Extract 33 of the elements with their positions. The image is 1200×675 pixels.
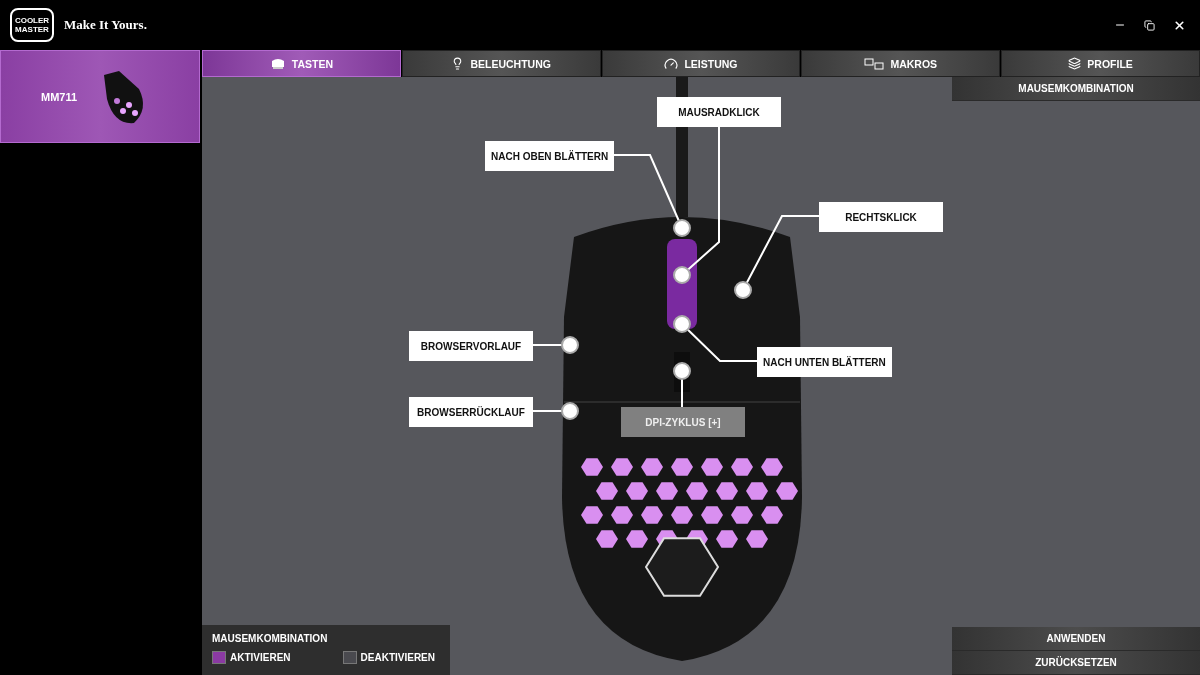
action-button[interactable]: ZURÜCKSETZEN [952,651,1200,675]
button-assignment-label[interactable]: NACH UNTEN BLÄTTERN [757,347,892,377]
device-card[interactable]: MM711 [0,50,200,143]
keys-icon [864,57,885,70]
hotspot-marker[interactable] [673,219,691,237]
hotspot-marker[interactable] [673,315,691,333]
combo-option[interactable]: DEAKTIVIEREN [342,651,435,664]
button-assignment-label[interactable]: BROWSERVORLAUF [409,331,533,361]
hotspot-marker[interactable] [734,281,752,299]
gauge-icon [664,56,679,71]
button-assignment-label[interactable]: NACH OBEN BLÄTTERN [485,141,615,171]
hotspot-marker[interactable] [673,362,691,380]
brand-logo: COOLER MASTER [10,8,54,42]
tab[interactable]: MAKROS [801,50,1001,77]
tab[interactable]: PROFILE [1001,50,1200,77]
restore-icon [1144,19,1155,31]
tagline: Make It Yours. [64,17,148,33]
panel-title: MAUSEMKOMBINATION [212,633,329,644]
hotspot-marker[interactable] [561,336,579,354]
action-button[interactable]: ANWENDEN [952,627,1200,651]
layers-icon [1068,57,1082,70]
mouse-icon [269,57,286,70]
hotspot-marker[interactable] [673,266,691,284]
button-assignment-label[interactable]: RECHTSKLICK [819,202,943,232]
tab[interactable]: BELEUCHTUNG [401,50,601,77]
hotspot-marker[interactable] [561,402,579,420]
combo-header-button[interactable]: MAUSEMKOMBINATION [952,77,1200,101]
tab[interactable]: LEISTUNG [601,50,801,77]
button-assignment-label[interactable]: MAUSRADKLICK [657,97,781,127]
tab[interactable]: TASTEN [202,50,401,77]
button-assignment-label[interactable]: BROWSERRÜCKLAUF [409,397,533,427]
close-icon [1173,18,1186,32]
combo-option[interactable]: AKTIVIEREN [212,651,291,664]
